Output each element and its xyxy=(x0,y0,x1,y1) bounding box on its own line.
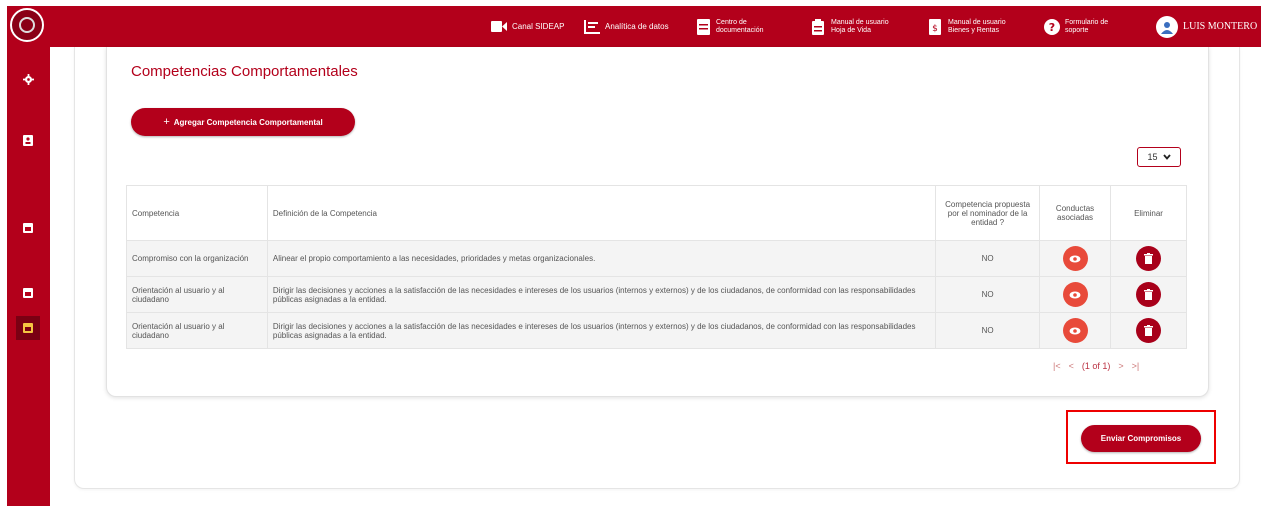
svg-text:$: $ xyxy=(932,24,938,34)
view-conductas-button[interactable] xyxy=(1062,282,1088,307)
cell-competencia: Orientación al usuario y al ciudadano xyxy=(126,276,268,313)
prev-page-button[interactable]: < xyxy=(1069,361,1074,371)
page-info: (1 of 1) xyxy=(1081,361,1111,371)
cell-definicion: Dirigir las decisiones y acciones a la s… xyxy=(266,312,937,349)
eye-icon xyxy=(1069,255,1081,262)
last-page-button[interactable]: >| xyxy=(1132,361,1140,371)
competencias-table: Competencia Definición de la Competencia… xyxy=(126,185,1187,349)
view-conductas-button[interactable] xyxy=(1062,318,1088,343)
table-row: Orientación al usuario y al ciudadano Di… xyxy=(126,276,1187,313)
chart-icon xyxy=(584,19,600,35)
formulario-line2: soporte xyxy=(1065,27,1089,34)
avatar xyxy=(1156,15,1178,38)
centro-line1: Centro de xyxy=(716,19,747,26)
table-row: Orientación al usuario y al ciudadano Di… xyxy=(126,312,1187,349)
manual-hv-line2: Hoja de Vida xyxy=(831,27,871,34)
first-page-button[interactable]: |< xyxy=(1053,361,1061,371)
centro-line2: documentación xyxy=(716,27,764,34)
manual-br-line1: Manual de usuario xyxy=(948,19,1006,26)
trash-icon xyxy=(1144,325,1154,336)
enviar-compromisos-button[interactable]: Enviar Compromisos xyxy=(1081,425,1201,452)
delete-button[interactable] xyxy=(1136,318,1162,343)
logo-icon[interactable] xyxy=(10,8,44,42)
cell-competencia: Compromiso con la organización xyxy=(126,240,268,277)
cell-propuesta: NO xyxy=(935,312,1041,349)
trash-icon xyxy=(1144,289,1154,300)
header-definicion: Definición de la Competencia xyxy=(266,185,937,241)
cell-competencia: Orientación al usuario y al ciudadano xyxy=(126,312,268,349)
delete-button[interactable] xyxy=(1136,246,1162,271)
formulario-soporte-link[interactable]: ? Formulario de soporte xyxy=(1044,6,1108,47)
user-menu[interactable]: LUIS MONTERO xyxy=(1156,6,1257,47)
table-header-row: Competencia Definición de la Competencia… xyxy=(126,185,1187,241)
calendar-icon[interactable] xyxy=(19,219,37,237)
centro-documentacion-link[interactable]: Centro de documentación xyxy=(695,6,763,47)
calendar-icon[interactable] xyxy=(16,316,40,340)
canal-sideap-link[interactable]: Canal SIDEAP xyxy=(491,6,564,47)
sidebar xyxy=(7,6,50,506)
canal-sideap-label: Canal SIDEAP xyxy=(512,21,565,31)
id-card-icon[interactable] xyxy=(19,131,37,149)
user-name: LUIS MONTERO xyxy=(1183,20,1258,32)
table-row: Compromiso con la organización Alinear e… xyxy=(126,240,1187,277)
header-eliminar: Eliminar xyxy=(1110,185,1187,241)
chevron-down-icon xyxy=(1162,154,1171,160)
document-icon xyxy=(695,18,711,35)
delete-button[interactable] xyxy=(1136,282,1162,307)
cell-definicion: Dirigir las decisiones y acciones a la s… xyxy=(266,276,937,313)
section-title: Competencias Comportamentales xyxy=(131,63,358,80)
page-size-select[interactable]: 15 xyxy=(1137,147,1181,167)
manual-bienes-link[interactable]: $ Manual de usuario Bienes y Rentas xyxy=(927,6,1006,47)
money-document-icon: $ xyxy=(927,18,943,35)
header-conductas: Conductas asociadas xyxy=(1039,185,1112,241)
plus-icon: + xyxy=(163,116,170,128)
manual-br-line2: Bienes y Rentas xyxy=(948,27,999,34)
header-propuesta: Competencia propuesta por el nominador d… xyxy=(935,185,1041,241)
cell-propuesta: NO xyxy=(935,276,1041,313)
manual-hv-line1: Manual de usuario xyxy=(831,19,889,26)
analitica-label: Analítica de datos xyxy=(605,21,669,31)
next-page-button[interactable]: > xyxy=(1118,361,1123,371)
add-competencia-label: Agregar Competencia Comportamental xyxy=(173,117,323,127)
formulario-line1: Formulario de xyxy=(1065,19,1109,26)
page-size-value: 15 xyxy=(1147,152,1158,162)
cell-definicion: Alinear el propio comportamiento a las n… xyxy=(266,240,937,277)
video-icon xyxy=(491,19,507,35)
eye-icon xyxy=(1069,291,1081,298)
analitica-link[interactable]: Analítica de datos xyxy=(584,6,669,47)
trash-icon xyxy=(1144,253,1154,264)
top-navigation-bar: Canal SIDEAP Analítica de datos Centro d… xyxy=(50,6,1261,47)
header-competencia: Competencia xyxy=(126,185,268,241)
help-icon: ? xyxy=(1044,18,1060,35)
svg-text:?: ? xyxy=(1049,21,1055,34)
cell-propuesta: NO xyxy=(935,240,1041,277)
paginator: |< < (1 of 1) > >| xyxy=(1053,361,1139,371)
add-competencia-button[interactable]: + Agregar Competencia Comportamental xyxy=(131,108,355,136)
manual-hoja-vida-link[interactable]: Manual de usuario Hoja de Vida xyxy=(810,6,889,47)
gear-icon[interactable] xyxy=(19,70,37,88)
clipboard-icon xyxy=(810,18,826,35)
eye-icon xyxy=(1069,327,1081,334)
calendar-icon[interactable] xyxy=(19,284,37,302)
view-conductas-button[interactable] xyxy=(1062,246,1088,271)
